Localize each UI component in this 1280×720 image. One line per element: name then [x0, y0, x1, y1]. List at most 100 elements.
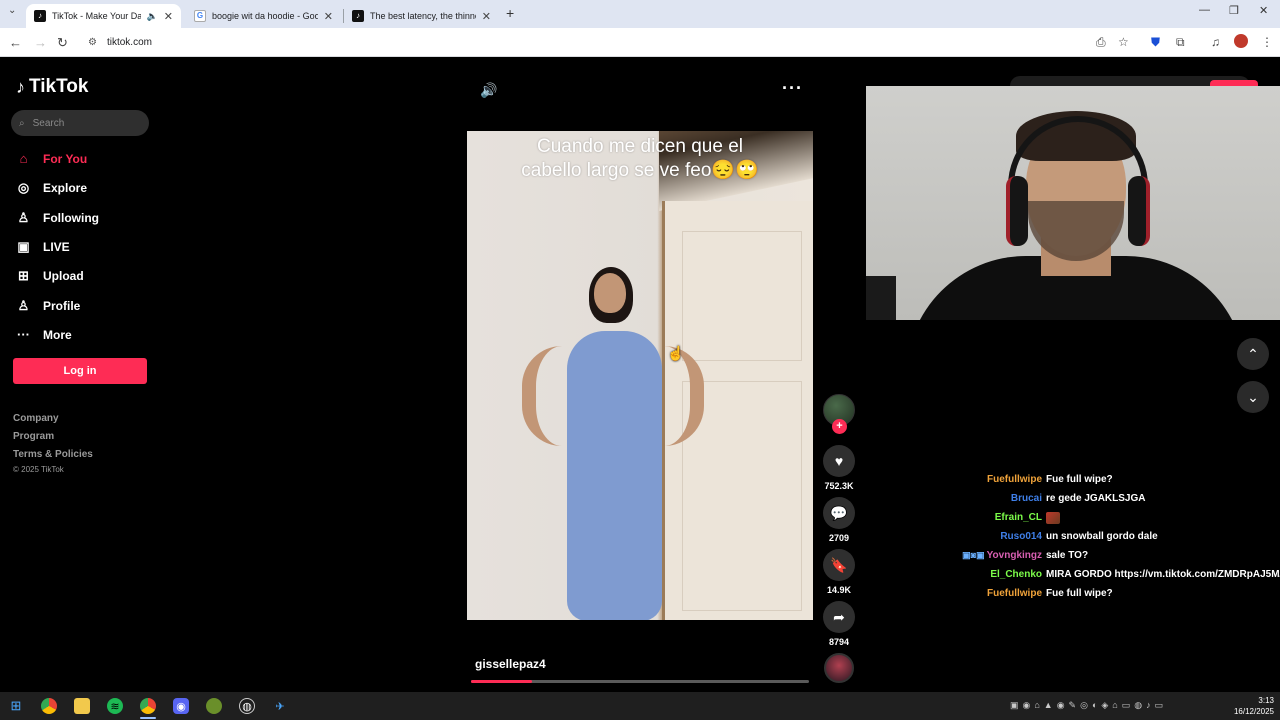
nav-label: Profile [43, 299, 81, 313]
more-options-icon[interactable]: ··· [782, 78, 803, 99]
tiktok-logo[interactable]: ♪ TikTok [16, 76, 88, 98]
nav-live[interactable]: ▣ LIVE [16, 239, 70, 255]
footer-program-link[interactable]: Program [13, 431, 54, 442]
chat-username: Brucai [1010, 493, 1042, 504]
reload-icon[interactable]: ↻ [57, 35, 68, 51]
close-tab-icon[interactable]: ✕ [482, 10, 491, 23]
chat-text: Fue full wipe? [1046, 588, 1113, 599]
home-icon: ⌂ [19, 151, 28, 166]
chat-username: El_Chenko [990, 569, 1042, 580]
tab-search-icon[interactable]: ⌄ [8, 5, 16, 16]
discord-icon[interactable]: ◉ [173, 698, 189, 714]
profile-avatar-icon[interactable] [1234, 34, 1248, 48]
share-count: 8794 [828, 637, 850, 647]
install-app-icon[interactable]: ⎙ [1096, 35, 1106, 50]
hand-cursor-icon: ☝ [667, 345, 685, 361]
chat-username: Yovngkingz [986, 550, 1042, 561]
restore-icon[interactable]: ❐ [1229, 4, 1239, 17]
nav-more[interactable]: ··· More [16, 327, 72, 342]
tab-tiktok-2[interactable]: ♪ The best latency, the thinnest, a ✕ [344, 4, 499, 28]
bookmark-star-icon[interactable]: ☆ [1118, 35, 1129, 49]
chat-message: Efrain_CL [900, 512, 1280, 528]
active-app-indicator [140, 717, 156, 719]
spotify-icon[interactable]: ≋ [107, 698, 123, 714]
chat-username: Ruso014 [1000, 531, 1042, 542]
obs-icon[interactable]: ◍ [239, 698, 255, 714]
new-tab-button[interactable]: + [506, 5, 514, 21]
footer-company-link[interactable]: Company [13, 413, 59, 424]
nav-label: Upload [43, 269, 84, 283]
steam-icon[interactable]: ✈ [272, 698, 288, 714]
comment-icon: 💬 [830, 504, 848, 521]
nav-label: For You [43, 151, 88, 166]
address-bar[interactable]: ⚙ tiktok.com [80, 32, 1132, 53]
bookmark-icon: 🔖 [830, 556, 848, 573]
menu-kebab-icon[interactable]: ⋮ [1261, 35, 1273, 49]
door-panel [682, 231, 802, 361]
next-video-button[interactable]: ⌄ [1237, 381, 1269, 413]
windows-start-icon[interactable]: ⊞ [8, 698, 24, 714]
webcam-overlay [866, 86, 1280, 320]
tab-tiktok[interactable]: ♪ TikTok - Make Your Day 🔈 ✕ [26, 4, 181, 28]
caption-line: Cuando me dicen que el [537, 136, 743, 157]
close-tab-icon[interactable]: ✕ [324, 10, 333, 23]
nav-label: More [43, 327, 72, 342]
forward-icon[interactable]: → [34, 35, 47, 50]
previous-video-button[interactable]: ⌃ [1237, 338, 1269, 370]
file-explorer-icon[interactable] [74, 698, 90, 714]
chat-message: Brucai re gede JGAKLSJGA [900, 493, 1280, 509]
chat-username: Efrain_CL [994, 512, 1042, 523]
minimize-icon[interactable]: — [1199, 4, 1210, 16]
back-icon[interactable]: ← [9, 35, 22, 50]
creator-username[interactable]: gissellepaz4 [475, 657, 546, 671]
chat-message: Fuefullwipe Fue full wipe? [900, 588, 1280, 604]
like-button[interactable]: ♥ [823, 445, 855, 477]
chat-text: MIRA GORDO https://vm.tiktok.com/ZMDRpAJ… [1046, 569, 1280, 580]
volume-icon[interactable]: 🔊 [480, 82, 497, 99]
search-input[interactable]: ⌕ Search [11, 110, 149, 136]
chat-text: un snowball gordo dale [1046, 531, 1158, 542]
share-button[interactable]: ➦ [823, 601, 855, 633]
speaker-icon[interactable]: 🔈 [147, 11, 158, 22]
nav-upload[interactable]: ⊞ Upload [16, 268, 84, 284]
chat-badge-icons: ▣◙▣ [962, 550, 985, 560]
chat-username-with-badges: ▣◙▣ Yovngkingz [962, 550, 1042, 561]
footer-terms-link[interactable]: Terms & Policies [13, 449, 93, 460]
chat-username: Fuefullwipe [987, 588, 1042, 599]
figure-head [594, 273, 626, 313]
nav-explore[interactable]: ◎ Explore [16, 180, 87, 196]
browser-tab-bar: ⌄ ♪ TikTok - Make Your Day 🔈 ✕ G boogie … [0, 0, 1280, 28]
close-window-icon[interactable]: ✕ [1259, 4, 1268, 17]
save-button[interactable]: 🔖 [823, 549, 855, 581]
chair [866, 276, 896, 320]
chrome-icon[interactable] [41, 698, 57, 714]
site-info-icon[interactable]: ⚙ [88, 37, 97, 48]
media-control-icon[interactable]: ♫ [1211, 35, 1220, 49]
extension-shield-icon[interactable]: ⛊ [1151, 35, 1160, 50]
chat-emote-icon [1046, 512, 1060, 524]
figure-dress [567, 331, 662, 620]
share-icon: ➦ [833, 608, 845, 625]
login-button[interactable]: Log in [13, 358, 147, 384]
user-icon: ♙ [17, 210, 30, 225]
tab-google[interactable]: G boogie wit da hoodie - Google ✕ [186, 4, 341, 28]
system-tray-icons[interactable]: ▣◉⌂▲◉✎◎◐◈⌂▭◍♪▭ [1010, 700, 1167, 711]
close-tab-icon[interactable]: ✕ [164, 10, 173, 23]
chrome-active-icon[interactable] [140, 698, 156, 714]
video-progress-bar[interactable] [471, 680, 809, 683]
nav-label: LIVE [43, 240, 70, 254]
comment-button[interactable]: 💬 [823, 497, 855, 529]
app-icon[interactable] [206, 698, 222, 714]
clock-date: 16/12/2025 [1233, 707, 1274, 716]
chat-message: Fuefullwipe Fue full wipe? [900, 474, 1280, 490]
video-player[interactable]: Cuando me dicen que el cabello largo se … [467, 131, 813, 620]
extensions-icon[interactable]: ⧉ [1176, 35, 1185, 50]
tab-title: The best latency, the thinnest, a [370, 11, 476, 21]
system-clock[interactable]: 3:13 16/12/2025 [1234, 695, 1274, 717]
nav-for-you[interactable]: ⌂ For You [16, 151, 88, 166]
nav-profile[interactable]: ♙ Profile [16, 298, 81, 314]
chat-text: sale TO? [1046, 550, 1089, 561]
follow-button[interactable]: + [832, 419, 847, 434]
music-disc-avatar[interactable] [824, 653, 854, 683]
nav-following[interactable]: ♙ Following [16, 210, 99, 226]
